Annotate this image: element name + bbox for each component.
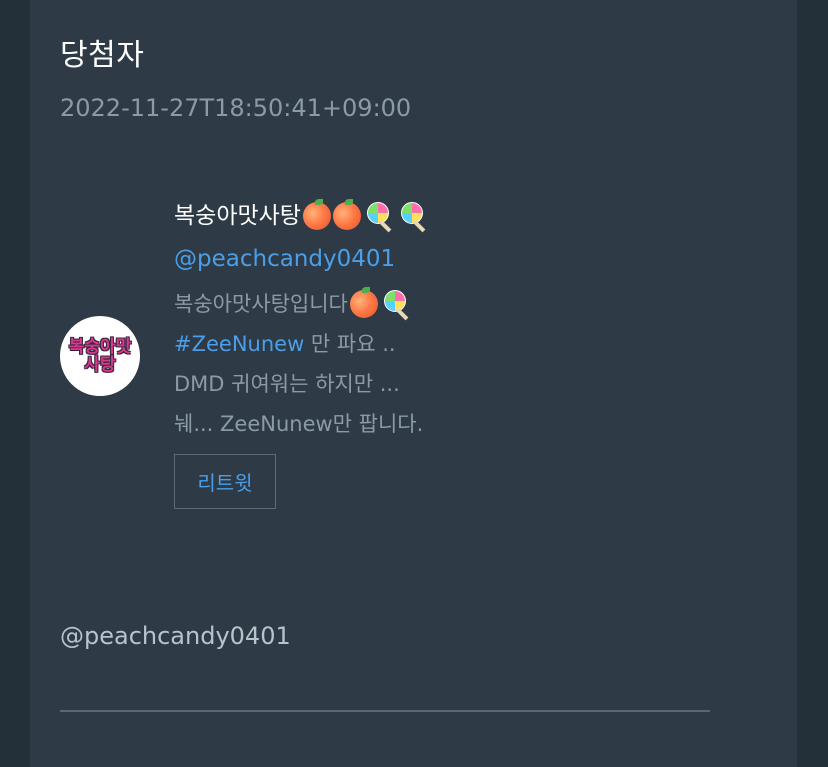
display-name: 복숭아맛사탕 <box>174 203 301 229</box>
peach-icon <box>332 199 361 230</box>
page-title: 당첨자 <box>60 38 145 73</box>
display-name-row: 복숭아맛사탕 <box>174 198 734 234</box>
peach-icon <box>302 199 331 230</box>
bio-line-2: #ZeeNunew 만 파요 .. <box>174 324 734 364</box>
lollipop-icon <box>399 201 429 231</box>
lollipop-icon <box>365 201 395 231</box>
hashtag-link[interactable]: #ZeeNunew <box>174 324 304 364</box>
peach-icon <box>349 287 378 318</box>
winner-card: 복숭아맛사탕 @peachcandy0401 복숭아맛사탕입니다 #ZeeNun… <box>174 198 734 509</box>
bio-line-3: DMD 귀여워는 하지만 ... <box>174 372 400 396</box>
avatar-logo-line1: 복숭아맛 <box>68 337 132 357</box>
bio-text: 복숭아맛사탕입니다 <box>174 292 348 316</box>
divider <box>60 710 710 712</box>
lollipop-icon <box>382 289 412 319</box>
user-handle-link[interactable]: @peachcandy0401 <box>174 242 734 276</box>
avatar-logo: 복숭아맛 사탕 <box>69 338 132 374</box>
retweet-button[interactable]: 리트윗 <box>174 454 276 509</box>
avatar-logo-line2: 사탕 <box>84 355 116 375</box>
bio-text: 만 파요 .. <box>304 332 396 356</box>
bio-line-1: 복숭아맛사탕입니다 <box>174 284 734 324</box>
timestamp: 2022-11-27T18:50:41+09:00 <box>60 94 412 122</box>
avatar[interactable]: 복숭아맛 사탕 <box>60 316 140 396</box>
user-bio: 복숭아맛사탕입니다 #ZeeNunew 만 파요 .. DMD 귀여워는 하지만… <box>174 284 734 444</box>
bio-line-4: 눼... ZeeNunew만 팝니다. <box>174 412 424 436</box>
footer-handle: @peachcandy0401 <box>60 622 291 650</box>
